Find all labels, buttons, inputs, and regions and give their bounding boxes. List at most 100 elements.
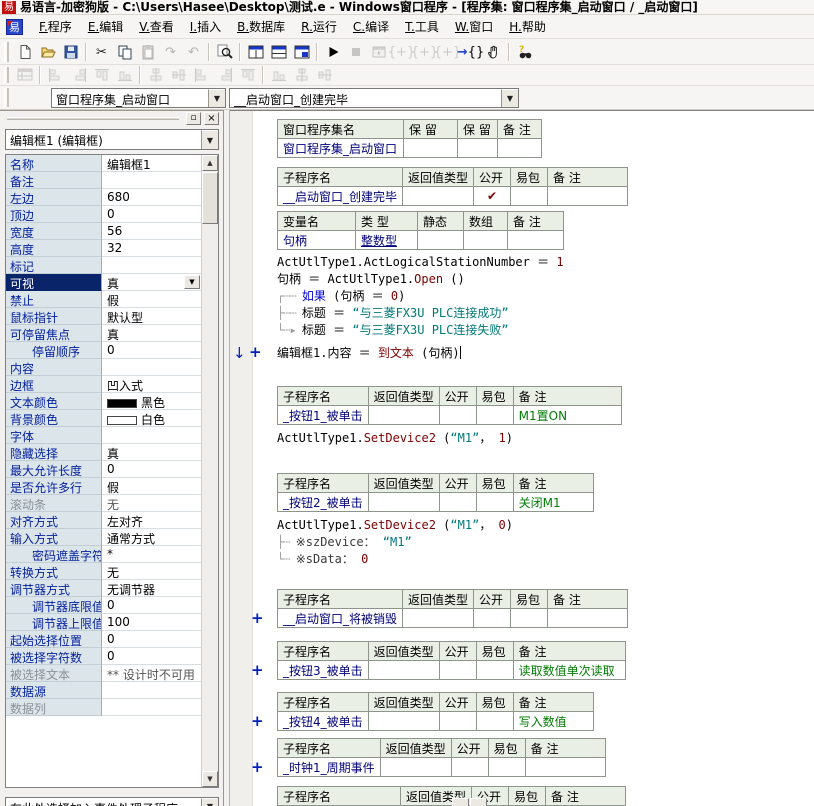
property-label[interactable]: 禁止 xyxy=(6,291,102,308)
class-combo[interactable]: 窗口程序集_启动窗口 ▼ xyxy=(51,88,226,108)
property-row[interactable]: 数据源 xyxy=(6,682,201,699)
property-value[interactable]: 680 xyxy=(102,189,201,206)
center-horizontal-button[interactable] xyxy=(144,66,167,84)
table-cell[interactable] xyxy=(439,712,476,731)
scroll-left-icon[interactable] xyxy=(452,798,469,806)
table-cell[interactable]: _按钮2_被单击 xyxy=(278,493,369,512)
table-cell[interactable]: 写入数值 xyxy=(513,712,593,731)
redo-button[interactable]: ↷ xyxy=(159,41,182,63)
table-cell[interactable] xyxy=(368,493,439,512)
property-label[interactable]: 被选择文本 xyxy=(6,665,102,682)
scroll-right-icon[interactable] xyxy=(470,798,487,806)
code-line[interactable]: └┄▸ 标题 ＝ “与三菱FX3U PLC连接失败” xyxy=(277,322,814,339)
find-button[interactable] xyxy=(213,41,236,63)
table-cell[interactable]: _按钮3_被单击 xyxy=(278,661,369,680)
property-label[interactable]: 内容 xyxy=(6,359,102,376)
table-cell[interactable]: M1置ON xyxy=(513,406,621,425)
property-value[interactable]: 无调节器 xyxy=(102,580,201,597)
property-row[interactable]: 文本颜色黑色 xyxy=(6,393,201,410)
table-cell[interactable]: 关闭M1 xyxy=(513,493,593,512)
expand-plus-icon[interactable]: + xyxy=(251,714,264,729)
property-value[interactable]: 假 xyxy=(102,291,201,308)
chevron-down-icon[interactable]: ▼ xyxy=(201,130,218,149)
expand-plus-icon[interactable]: + xyxy=(251,760,264,775)
property-label[interactable]: 名称 xyxy=(6,155,102,172)
property-value[interactable]: 白色 xyxy=(102,410,201,427)
chevron-down-icon[interactable]: ▼ xyxy=(201,798,218,806)
menu-item-3[interactable]: I.插入 xyxy=(182,15,229,38)
table-cell[interactable] xyxy=(368,661,439,680)
scroll-up-icon[interactable]: ▲ xyxy=(202,155,218,171)
table-cell[interactable] xyxy=(403,187,474,206)
table-cell[interactable]: 句柄 xyxy=(278,231,356,250)
property-row[interactable]: 滚动条无 xyxy=(6,495,201,512)
expand-plus-icon[interactable]: + xyxy=(251,663,264,678)
method-combo[interactable]: __启动窗口_创建完毕 ▼ xyxy=(229,88,519,108)
new-file-button[interactable] xyxy=(13,41,36,63)
property-value[interactable]: 56 xyxy=(102,223,201,240)
stop-button[interactable] xyxy=(344,41,367,63)
property-label[interactable]: 备注 xyxy=(6,172,102,189)
menu-item-0[interactable]: F.程序 xyxy=(31,15,80,38)
debug-window-button[interactable] xyxy=(367,41,390,63)
toolbar-gripper[interactable] xyxy=(4,67,9,83)
code-line[interactable]: ActUtlType1.ActLogicalStationNumber ＝ 1 xyxy=(277,254,814,271)
property-value[interactable]: ** 设计时不可用 xyxy=(102,665,201,682)
property-value[interactable]: 真 xyxy=(102,444,201,461)
table-cell[interactable] xyxy=(548,609,628,628)
table-cell[interactable] xyxy=(368,406,439,425)
table-cell[interactable]: _按钮1_被单击 xyxy=(278,406,369,425)
table-cell[interactable] xyxy=(508,231,564,250)
property-row[interactable]: 内容 xyxy=(6,359,201,376)
menu-item-6[interactable]: C.编译 xyxy=(345,15,397,38)
code-line[interactable]: └┄ ※sData： 0 xyxy=(277,551,814,568)
property-row[interactable]: 禁止假 xyxy=(6,291,201,308)
property-value[interactable]: 真▼ xyxy=(102,274,201,291)
table-cell[interactable] xyxy=(511,187,548,206)
property-row[interactable]: 高度32 xyxy=(6,240,201,257)
property-row[interactable]: 起始选择位置0 xyxy=(6,631,201,648)
property-value[interactable]: 无 xyxy=(102,495,201,512)
table-cell[interactable] xyxy=(380,758,451,777)
code-line[interactable]: ActUtlType1.SetDevice2 (“M1”， 0) xyxy=(277,517,814,534)
step-out-button[interactable]: {+} xyxy=(436,41,459,63)
property-row[interactable]: 顶边0 xyxy=(6,206,201,223)
run-button[interactable] xyxy=(321,41,344,63)
property-row[interactable]: 最大允许长度0 xyxy=(6,461,201,478)
property-label[interactable]: 标记 xyxy=(6,257,102,274)
table-cell[interactable] xyxy=(488,758,525,777)
table-cell[interactable] xyxy=(368,712,439,731)
table-cell[interactable] xyxy=(403,609,474,628)
table-cell[interactable] xyxy=(418,231,464,250)
property-row[interactable]: 备注 xyxy=(6,172,201,189)
scrollbar-thumb[interactable] xyxy=(202,172,218,224)
property-value[interactable]: 100 xyxy=(102,614,201,631)
table-cell[interactable]: 读取数值单次读取 xyxy=(513,661,625,680)
property-value[interactable]: 编辑框1 xyxy=(102,155,201,172)
toolbar-gripper[interactable] xyxy=(4,42,9,62)
property-value[interactable]: 默认型 xyxy=(102,308,201,325)
expand-plus-icon[interactable]: + xyxy=(251,611,264,626)
table-cell[interactable] xyxy=(458,139,498,158)
table-cell[interactable]: ✔ xyxy=(474,187,511,206)
code-line[interactable]: 句柄 ＝ ActUtlType1.Open () xyxy=(277,271,814,288)
property-row[interactable]: 转换方式无 xyxy=(6,563,201,580)
chevron-down-icon[interactable]: ▼ xyxy=(501,89,518,107)
table-cell[interactable] xyxy=(439,661,476,680)
expand-plus-icon[interactable]: + xyxy=(249,345,262,360)
property-row[interactable]: 数据列 xyxy=(6,699,201,716)
property-value[interactable] xyxy=(102,257,201,274)
property-row[interactable]: 宽度56 xyxy=(6,223,201,240)
property-value[interactable]: 0 xyxy=(102,597,201,614)
open-file-button[interactable] xyxy=(36,41,59,63)
code-line[interactable]: 编辑框1.内容 ＝ 到文本 (句柄) xyxy=(277,345,814,362)
property-value[interactable] xyxy=(102,172,201,189)
align-right-button[interactable] xyxy=(67,66,90,84)
toolbar-gripper[interactable] xyxy=(4,88,9,106)
property-label[interactable]: 数据列 xyxy=(6,699,102,716)
property-label[interactable]: 顶边 xyxy=(6,206,102,223)
property-row[interactable]: 可视真▼ xyxy=(6,274,201,291)
table-cell[interactable] xyxy=(511,609,548,628)
property-label[interactable]: 起始选择位置 xyxy=(6,631,102,648)
property-label[interactable]: 调节器底限值 xyxy=(6,597,102,614)
